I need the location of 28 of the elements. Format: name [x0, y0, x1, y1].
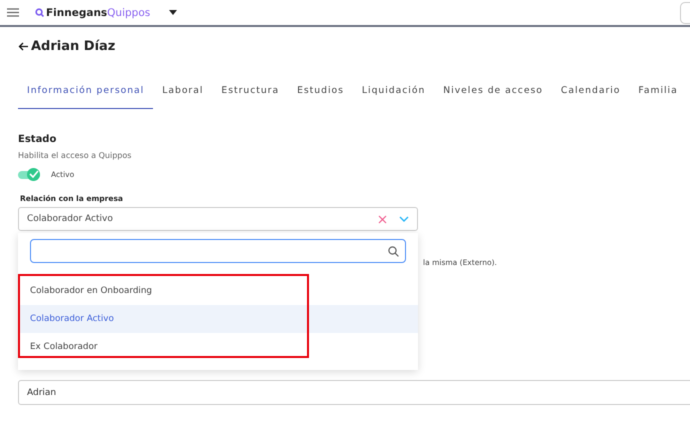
tab[interactable]: Laboral	[153, 81, 212, 109]
page-title: Adrian Díaz	[31, 38, 116, 54]
dropdown-option[interactable]: Colaborador en Onboarding	[18, 277, 418, 305]
menu-icon[interactable]	[7, 8, 19, 17]
tab[interactable]: Estructura	[212, 81, 288, 109]
helper-text: Habilita el acceso a Quippos	[18, 151, 132, 160]
logo-icon	[35, 8, 44, 17]
dropdown-option[interactable]: Ex Colaborador	[18, 333, 418, 361]
section-heading: Estado	[18, 134, 58, 145]
brand-product: Quippos	[107, 6, 150, 18]
tab[interactable]: Información personal	[18, 81, 154, 109]
dropdown-option[interactable]: Colaborador Activo	[18, 305, 418, 333]
name-field[interactable]: Adrian	[18, 380, 690, 405]
tab[interactable]: Liquidación	[352, 81, 434, 109]
check-icon	[28, 170, 38, 178]
toggle-switch[interactable]	[18, 170, 40, 178]
tab[interactable]: Niveles de acceso	[434, 81, 552, 109]
back-arrow-icon[interactable]	[18, 42, 28, 50]
brand-name: Finnegans	[46, 6, 108, 18]
chevron-down-icon[interactable]	[399, 216, 409, 222]
search-icon	[388, 246, 399, 256]
tab[interactable]: Calendario	[552, 81, 630, 109]
clear-icon[interactable]	[378, 214, 387, 224]
caret-icon[interactable]	[169, 10, 178, 15]
search-field[interactable]	[30, 239, 406, 263]
tab[interactable]: Estudios	[288, 81, 353, 109]
tab[interactable]: Familia	[629, 81, 687, 109]
select-field[interactable]: Colaborador Activo	[18, 207, 418, 231]
